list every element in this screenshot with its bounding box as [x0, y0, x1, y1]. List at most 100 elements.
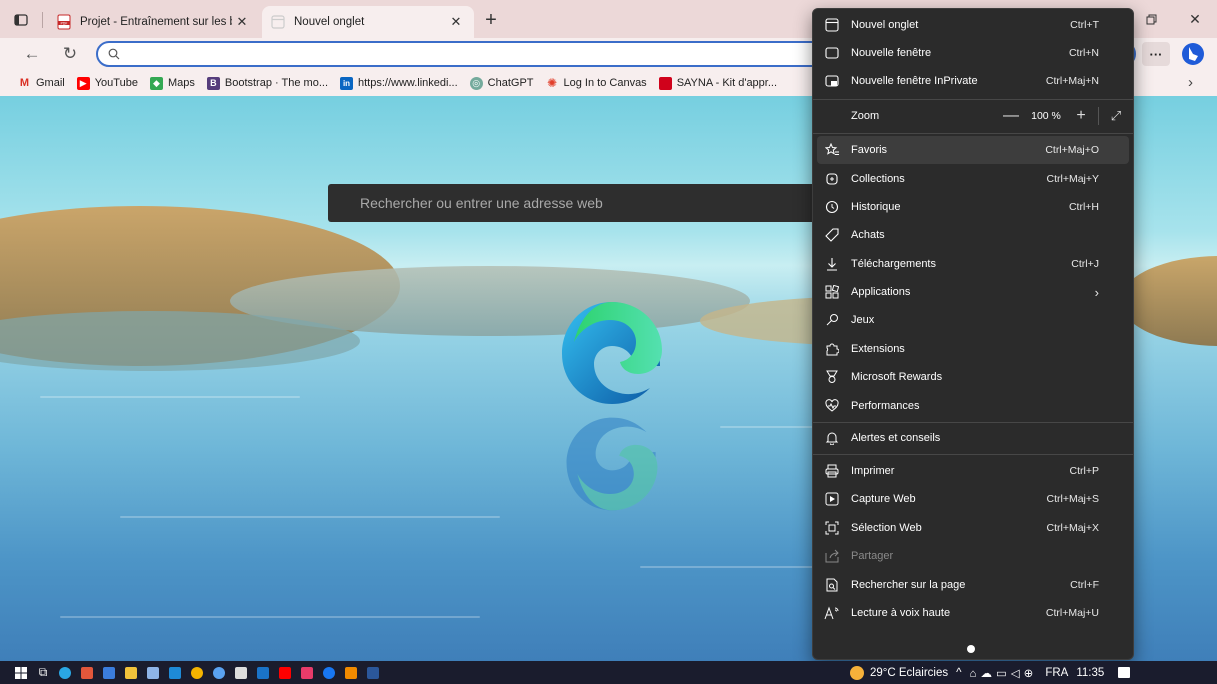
background-hill	[0, 311, 360, 371]
menu-item-inprivate[interactable]: Nouvelle fenêtre InPrivate Ctrl+Maj+N	[817, 67, 1129, 95]
favorite-sayna[interactable]: SAYNA - Kit d'appr...	[658, 76, 777, 90]
favorite-linkedin[interactable]: in https://www.linkedi...	[340, 76, 458, 90]
taskbar-youtube[interactable]	[274, 661, 296, 684]
menu-item-share[interactable]: Partager	[817, 542, 1129, 570]
web-capture-icon	[823, 490, 841, 508]
menu-item-downloads[interactable]: Téléchargements Ctrl+J	[817, 250, 1129, 278]
gmail-icon: M	[19, 77, 30, 89]
menu-item-print[interactable]: Imprimer Ctrl+P	[817, 457, 1129, 485]
youtube-icon	[279, 666, 291, 679]
zoom-in-button[interactable]: +	[1068, 103, 1094, 129]
tab-projet[interactable]: PDF Projet - Entraînement sur les bas ✕	[48, 6, 260, 38]
favorite-label: Bootstrap · The mo...	[224, 77, 328, 89]
menu-item-find-on-page[interactable]: Rechercher sur la page Ctrl+F	[817, 571, 1129, 599]
taskbar-word[interactable]	[362, 661, 384, 684]
task-view-button[interactable]: ⧉	[32, 661, 54, 684]
taskbar-app-6[interactable]	[296, 661, 318, 684]
weather-text[interactable]: 29°C Eclaircies	[870, 667, 948, 679]
app-icon	[103, 666, 115, 679]
settings-more-button[interactable]: ···	[1142, 42, 1170, 66]
new-tab-button[interactable]: +	[478, 8, 504, 32]
favorites-icon	[823, 141, 841, 159]
tab-close-button[interactable]: ✕	[232, 14, 252, 30]
menu-item-favorites[interactable]: Favoris Ctrl+Maj+O	[817, 136, 1129, 164]
menu-item-rewards[interactable]: Microsoft Rewards	[817, 363, 1129, 391]
bootstrap-icon: B	[206, 76, 220, 90]
tab-actions-icon	[14, 14, 28, 26]
zoom-out-button[interactable]: —	[998, 103, 1024, 129]
system-tray: 29°C Eclaircies ^ ⌂☁▭◁⊕ FRA 11:35	[850, 661, 1138, 684]
menu-item-apps[interactable]: Applications ›	[817, 278, 1129, 306]
new-tab-search-input[interactable]	[360, 195, 824, 211]
zoom-row: Zoom — 100 % + ⤢	[817, 101, 1129, 131]
taskbar-app-2[interactable]	[98, 661, 120, 684]
menu-item-shopping[interactable]: Achats	[817, 221, 1129, 249]
restore-icon	[1146, 14, 1156, 24]
word-icon	[367, 666, 379, 679]
menu-item-web-capture[interactable]: Capture Web Ctrl+Maj+S	[817, 485, 1129, 513]
favorite-label: YouTube	[94, 77, 138, 89]
tab-close-button[interactable]: ✕	[446, 14, 466, 30]
menu-item-performance[interactable]: Performances	[817, 392, 1129, 420]
notifications-icon[interactable]	[1118, 667, 1131, 678]
menu-item-web-select[interactable]: Sélection Web Ctrl+Maj+X	[817, 514, 1129, 542]
fullscreen-button[interactable]: ⤢	[1103, 103, 1129, 129]
tab-title: Nouvel onglet	[294, 16, 365, 28]
folder-icon	[125, 666, 137, 679]
taskbar-app-3[interactable]	[142, 661, 164, 684]
taskbar-chrome[interactable]	[186, 661, 208, 684]
refresh-button[interactable]: ↻	[56, 42, 84, 66]
taskbar-edge[interactable]	[54, 661, 76, 684]
close-window-button[interactable]: ✕	[1172, 0, 1217, 38]
menu-item-new-tab[interactable]: Nouvel onglet Ctrl+T	[817, 11, 1129, 39]
bing-copilot-button[interactable]	[1180, 40, 1206, 68]
favorite-chatgpt[interactable]: ◎ ChatGPT	[469, 76, 534, 90]
taskbar-app-4[interactable]	[208, 661, 230, 684]
favorite-label: Maps	[167, 77, 195, 89]
menu-item-games[interactable]: Jeux	[817, 306, 1129, 334]
menu-divider	[813, 133, 1133, 134]
taskbar-app-5[interactable]	[230, 661, 252, 684]
favorite-gmail[interactable]: M Gmail	[18, 77, 65, 90]
vscode-icon	[169, 666, 181, 679]
taskbar-facebook[interactable]	[318, 661, 340, 684]
taskbar-file-explorer[interactable]	[120, 661, 142, 684]
tab-actions-button[interactable]	[8, 8, 34, 32]
menu-item-alerts[interactable]: Alertes et conseils	[817, 424, 1129, 452]
favorite-bootstrap[interactable]: B Bootstrap · The mo...	[206, 76, 328, 90]
menu-item-extensions[interactable]: Extensions	[817, 335, 1129, 363]
tray-icons[interactable]: ⌂☁▭◁⊕	[970, 666, 1038, 680]
extensions-icon	[823, 340, 841, 358]
water-ripple	[40, 396, 300, 398]
menu-item-new-window[interactable]: Nouvelle fenêtre Ctrl+N	[817, 39, 1129, 67]
arrow-left-icon: ←	[23, 44, 41, 63]
favorite-canvas[interactable]: ✺ Log In to Canvas	[546, 76, 647, 90]
clock[interactable]: 11:35	[1076, 667, 1104, 679]
taskbar-outlook[interactable]	[252, 661, 274, 684]
menu-item-collections[interactable]: Collections Ctrl+Maj+Y	[817, 165, 1129, 193]
menu-item-read-aloud[interactable]: Lecture à voix haute Ctrl+Maj+U	[817, 599, 1129, 627]
facebook-icon	[323, 666, 335, 679]
taskbar-vscode[interactable]	[164, 661, 186, 684]
chevron-right-icon: ›	[1188, 74, 1193, 91]
menu-item-history[interactable]: Historique Ctrl+H	[817, 193, 1129, 221]
windows-start-button[interactable]	[10, 661, 32, 684]
taskbar-app-1[interactable]	[76, 661, 98, 684]
language-indicator[interactable]: FRA	[1045, 667, 1068, 679]
back-button[interactable]: ←	[18, 42, 46, 66]
tab-nouvel-onglet[interactable]: Nouvel onglet ✕	[262, 6, 474, 38]
menu-more-indicator[interactable]	[967, 645, 975, 653]
new-tab-search-box[interactable]	[328, 184, 824, 222]
zoom-value: 100 %	[1031, 110, 1061, 122]
favorite-maps[interactable]: ◆ Maps	[149, 76, 195, 90]
shopping-tag-icon	[823, 226, 841, 244]
restore-button[interactable]	[1128, 0, 1174, 38]
chevron-right-icon: ›	[1094, 284, 1099, 300]
chevron-up-icon[interactable]: ^	[956, 667, 961, 679]
taskbar-vlc[interactable]	[340, 661, 362, 684]
favorite-youtube[interactable]: ▶ YouTube	[76, 76, 138, 90]
favorites-overflow-button[interactable]: ›	[1188, 74, 1193, 91]
new-tab-icon	[823, 16, 841, 34]
water-ripple	[60, 616, 480, 618]
plus-icon: +	[485, 8, 497, 31]
